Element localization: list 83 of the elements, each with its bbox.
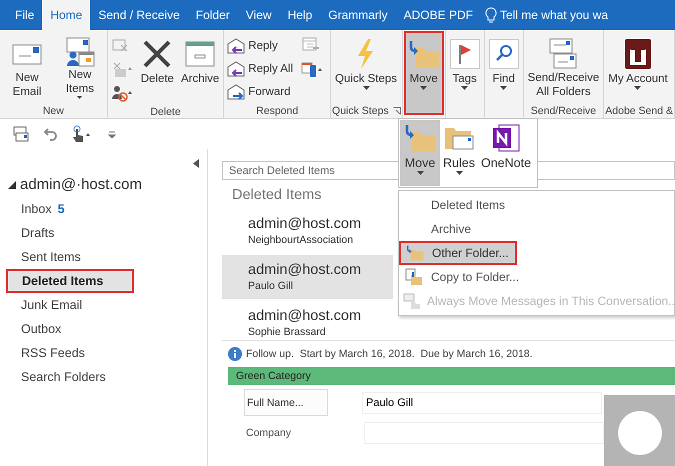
folder-arrow-icon [406, 245, 424, 261]
group-label: Quick Steps [332, 104, 389, 116]
dialog-launcher-icon[interactable] [392, 106, 401, 114]
folder-item[interactable]: Drafts [0, 221, 205, 245]
menu-item[interactable]: Copy to Folder... [399, 265, 674, 289]
message-item[interactable]: admin@host.com NeighbourtAssociation [222, 209, 393, 253]
message-subject: Paulo Gill [248, 280, 294, 292]
ribbon-tab[interactable]: Help [280, 0, 320, 30]
ribbon-tab[interactable]: ADOBE PDF [396, 0, 481, 30]
sender-name: admin@host.com [248, 262, 362, 278]
tell-me-field[interactable]: Tell me what you wa [500, 8, 608, 22]
sender-name: admin@host.com [248, 216, 362, 232]
group-label: Adobe Send & [605, 104, 673, 116]
folder-arrow-icon [408, 40, 440, 68]
send-receive-icon[interactable] [12, 125, 30, 143]
sender-name: admin@host.com [248, 308, 362, 324]
flag-icon [450, 39, 480, 69]
ribbon-tab[interactable]: Home [42, 0, 90, 30]
message-item[interactable]: admin@host.com Paulo Gill [222, 255, 393, 299]
input-field[interactable] [364, 422, 604, 444]
unread-count: 5 [58, 202, 65, 216]
folder-item[interactable]: Deleted Items [6, 269, 134, 293]
gallery-button[interactable]: Rules [440, 120, 478, 186]
info-text: Follow up. Start by March 16, 2018. Due by March 16, 2018. [246, 348, 533, 360]
folder-arrow-icon [404, 124, 436, 152]
ribbon-tab[interactable]: View [238, 0, 280, 30]
folder-item[interactable]: Junk Email [0, 293, 205, 317]
customize-icon[interactable] [108, 130, 116, 138]
ribbon-tab[interactable]: Folder [188, 0, 238, 30]
list-heading: Deleted Items [231, 186, 322, 205]
message-item[interactable]: admin@host.com Sophie Brassard [222, 301, 393, 340]
group-label: New [42, 104, 64, 116]
ribbon-button[interactable]: Move [404, 31, 444, 115]
ribbon-tab[interactable]: File [7, 0, 42, 30]
search-icon [488, 39, 519, 69]
undo-icon[interactable] [42, 126, 58, 142]
expanded-triangle-icon[interactable] [8, 180, 16, 188]
person-block-icon[interactable] [110, 84, 135, 102]
account-name[interactable]: admin@·host.com [20, 176, 142, 193]
field-label: Company [245, 427, 292, 439]
group-label: Delete [150, 106, 181, 118]
message-subject: NeighbourtAssociation [248, 234, 354, 246]
folder-item[interactable]: RSS Feeds [0, 341, 205, 365]
reply-envelope-icon [226, 37, 246, 55]
ribbon-button[interactable]: Forward [225, 82, 294, 102]
folder-item[interactable]: Inbox 5 [0, 197, 205, 221]
full-name-button[interactable]: Full Name... [244, 389, 328, 416]
ribbon-button[interactable]: Quick Steps [332, 32, 400, 102]
ribbon-tab[interactable]: Send / Receive [90, 0, 188, 30]
ribbon-button[interactable]: Find [486, 32, 522, 102]
ribbon-button[interactable]: Reply All [225, 59, 294, 79]
ribbon-button[interactable]: New Items [54, 32, 106, 102]
menu-item[interactable]: Other Folder... [399, 241, 517, 265]
menu-item[interactable]: Deleted Items [399, 193, 674, 217]
forward-envelope-icon [226, 83, 246, 101]
gallery-button[interactable]: OneNote [478, 120, 534, 186]
folder-item[interactable]: Sent Items [0, 245, 205, 269]
ribbon-button[interactable]: Send/Receive All Folders [524, 32, 602, 102]
copy-folder-icon [405, 268, 423, 286]
input-field[interactable]: Paulo Gill [362, 392, 602, 414]
ribbon-button[interactable]: Delete [138, 32, 177, 102]
category-bar: Green Category [228, 367, 675, 385]
lightbulb-icon [484, 7, 497, 23]
group-label: Respond [256, 104, 298, 116]
folder-item[interactable]: Search Folders [0, 365, 205, 389]
envelope-folder-icon [403, 292, 421, 310]
envelope-calendar-icon [64, 36, 96, 68]
collapse-arrow-icon[interactable] [193, 159, 199, 168]
ribbon-button[interactable]: New Email [1, 32, 54, 102]
x-icon [141, 38, 174, 70]
ribbon-tab[interactable]: Grammarly [320, 0, 396, 30]
group-label: Send/Receive [530, 104, 596, 116]
folder-item[interactable]: Outbox [0, 317, 205, 341]
ribbon-button[interactable]: My Account [605, 32, 671, 102]
gallery-button[interactable]: Move [400, 120, 440, 186]
message-subject: Sophie Brassard [248, 326, 327, 338]
notebook-icon [491, 122, 522, 154]
ribbon-button[interactable]: Archive [178, 32, 222, 102]
reply-envelope-icon [226, 60, 246, 78]
menu-item[interactable]: Archive [399, 217, 674, 241]
ribbon-button[interactable]: Reply [225, 36, 294, 56]
ribbon-button[interactable]: Tags [446, 32, 483, 102]
info-icon [228, 347, 242, 361]
